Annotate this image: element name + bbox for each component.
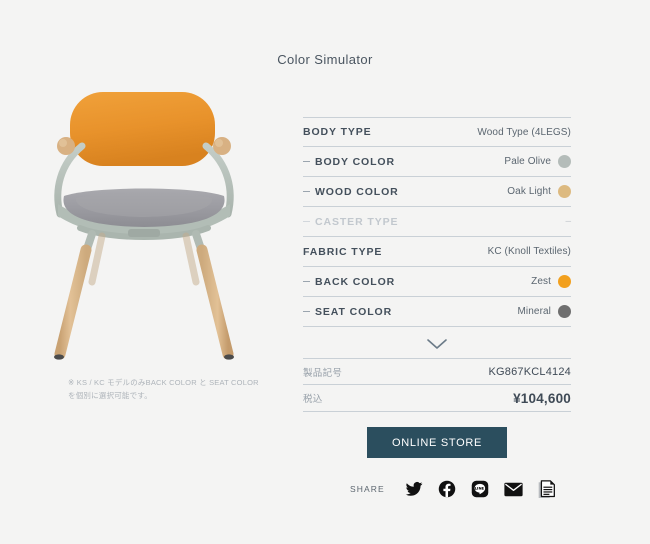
spec-label-caster-type: CASTER TYPE (303, 216, 398, 228)
spec-right-body-color: Pale Olive (504, 155, 571, 168)
twitter-icon[interactable] (405, 480, 423, 499)
spec-row-seat-color[interactable]: SEAT COLOR Mineral (303, 297, 571, 327)
spec-right-body-type: Wood Type (4LEGS) (477, 127, 571, 138)
summary-label-price: 税込 (303, 394, 323, 405)
spec-row-fabric-type[interactable]: FABRIC TYPE KC (Knoll Textiles) (303, 237, 571, 267)
facebook-f-glyph (438, 480, 456, 498)
spec-value-wood-color: Oak Light (507, 186, 551, 197)
spec-value-fabric-type: KC (Knoll Textiles) (487, 246, 571, 257)
spec-right-fabric-type: KC (Knoll Textiles) (488, 246, 571, 257)
spec-value-body-type: Wood Type (4LEGS) (477, 126, 571, 138)
share-bar: SHARE (350, 477, 555, 501)
expand-details-toggle[interactable] (303, 331, 571, 357)
sub-item-dash-icon (303, 161, 310, 162)
specification-table: BODY TYPE Wood Type (4LEGS) BODY COLOR P… (303, 117, 571, 327)
model-note: ※ KS / KC モデルのみBACK COLOR と SEAT COLOR を… (68, 376, 278, 402)
spec-row-body-color[interactable]: BODY COLOR Pale Olive (303, 147, 571, 177)
color-swatch-seat-color (558, 305, 571, 318)
model-note-line-2: を個別に選択可能です。 (68, 391, 152, 401)
spec-label-text: FABRIC TYPE (303, 245, 383, 258)
spec-label-fabric-type: FABRIC TYPE (303, 246, 382, 258)
share-label: SHARE (350, 484, 385, 494)
color-swatch-back-color (558, 275, 571, 288)
spec-label-back-color: BACK COLOR (303, 276, 395, 288)
spec-value-body-color: Pale Olive (504, 156, 551, 167)
sub-item-dash-icon (303, 311, 310, 312)
spec-label-text: SEAT COLOR (315, 305, 393, 318)
page-title: Color Simulator (277, 52, 373, 67)
spec-label-body-type: BODY TYPE (303, 126, 372, 138)
chevron-down-icon (427, 338, 447, 349)
summary-label-product-code: 製品記号 (303, 367, 343, 379)
spec-right-back-color: Zest (531, 275, 571, 288)
summary-row-product-code: 製品記号 KG867KCL4124 (303, 358, 571, 385)
summary-value-product-code: KG867KCL4124 (488, 365, 571, 378)
spec-value-caster-type: – (565, 215, 571, 227)
spec-label-wood-color: WOOD COLOR (303, 186, 399, 198)
summary-value-price: ¥104,600 (513, 390, 571, 406)
chair-preview-image (30, 86, 285, 376)
sub-item-dash-icon (303, 221, 310, 222)
spec-row-back-color[interactable]: BACK COLOR Zest (303, 267, 571, 297)
spec-value-back-color: Zest (531, 276, 551, 287)
spec-label-text: BACK COLOR (315, 275, 396, 288)
spec-row-wood-color[interactable]: WOOD COLOR Oak Light (303, 177, 571, 207)
sub-item-dash-icon (303, 281, 310, 282)
line-messenger-glyph (471, 480, 489, 498)
copy-pages-glyph (538, 479, 555, 498)
summary-table: 製品記号 KG867KCL4124 税込 ¥104,600 (303, 358, 571, 412)
spec-label-body-color: BODY COLOR (303, 156, 395, 168)
spec-row-caster-type: CASTER TYPE – (303, 207, 571, 237)
spec-label-text: BODY COLOR (315, 155, 395, 168)
facebook-icon[interactable] (438, 480, 456, 499)
copy-document-icon[interactable] (538, 479, 555, 499)
spec-label-seat-color: SEAT COLOR (303, 306, 392, 318)
color-swatch-body-color (558, 155, 571, 168)
spec-right-wood-color: Oak Light (507, 185, 571, 198)
twitter-bird-glyph (405, 482, 423, 496)
spec-value-seat-color: Mineral (517, 306, 551, 317)
spec-label-text: CASTER TYPE (315, 215, 399, 228)
spec-label-text: BODY TYPE (303, 126, 372, 138)
email-icon[interactable] (504, 480, 523, 499)
envelope-glyph (504, 482, 523, 496)
spec-row-body-type[interactable]: BODY TYPE Wood Type (4LEGS) (303, 117, 571, 147)
online-store-button[interactable]: ONLINE STORE (367, 427, 507, 458)
summary-row-price: 税込 ¥104,600 (303, 385, 571, 412)
spec-right-seat-color: Mineral (517, 305, 571, 318)
sub-item-dash-icon (303, 191, 310, 192)
color-swatch-wood-color (558, 185, 571, 198)
line-icon[interactable] (471, 480, 489, 499)
chair-illustration (54, 92, 234, 360)
spec-label-text: WOOD COLOR (315, 185, 399, 198)
spec-right-caster-type: – (565, 215, 571, 227)
model-note-line-1: ※ KS / KC モデルのみBACK COLOR と SEAT COLOR (68, 378, 259, 387)
